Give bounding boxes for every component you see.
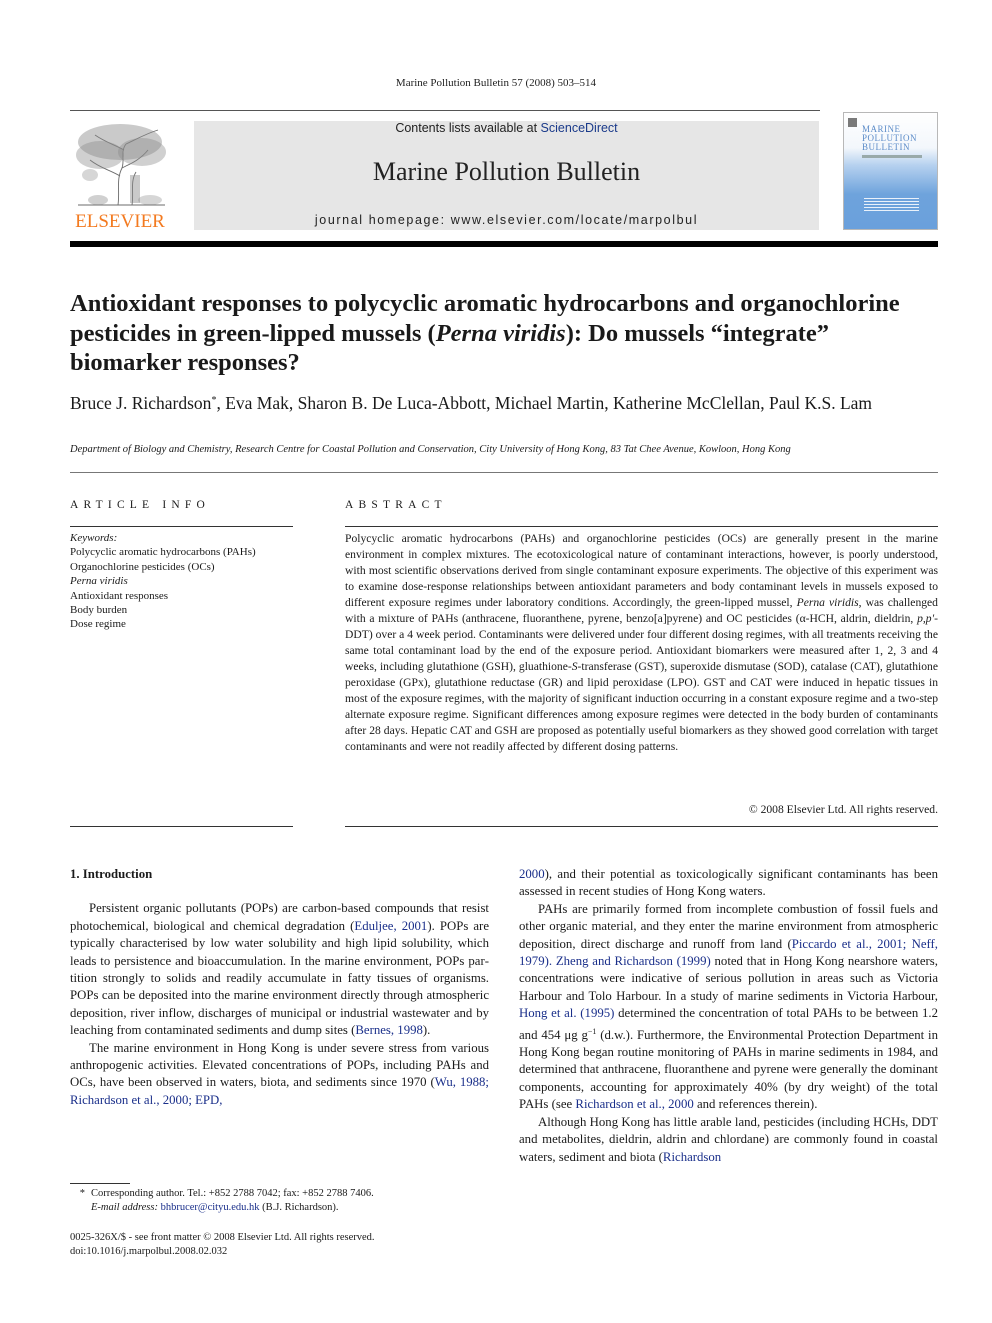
citation-link[interactable]: Bernes, 1998 <box>355 1023 423 1037</box>
paragraph: Although Hong Kong has little arable lan… <box>519 1114 938 1164</box>
paragraph: 2000), and their potential as toxicologi… <box>519 867 938 899</box>
elsevier-logo[interactable]: ELSEVIER <box>70 120 170 232</box>
affiliation: Department of Biology and Chemistry, Res… <box>70 444 791 455</box>
author-list: Bruce J. Richardson*, Eva Mak, Sharon B.… <box>70 390 930 414</box>
keywords-block: Keywords: Polycyclic aromatic hydrocarbo… <box>70 531 300 632</box>
citation-link[interactable]: 2000 <box>519 867 545 881</box>
article-title: Antioxidant responses to polycyclic arom… <box>70 290 900 376</box>
journal-banner: Contents lists available at ScienceDirec… <box>194 121 819 230</box>
footnote-rule <box>70 1183 130 1184</box>
article-info-heading: ARTICLE INFO <box>70 499 210 511</box>
author-first[interactable]: Bruce J. Richardson <box>70 393 211 413</box>
issn-doi-block: 0025-326X/$ - see front matter © 2008 El… <box>70 1231 510 1259</box>
corresponding-author-footnote: * Corresponding author. Tel.: +852 2788 7… <box>70 1187 510 1215</box>
body-column-right: 2000), and their potential as toxicologi… <box>519 866 938 1166</box>
keyword-item: Body burden <box>70 604 128 617</box>
article-info-bottom-rule <box>70 826 293 827</box>
paragraph: PAHs are primarily formed from incomplet… <box>519 901 938 1112</box>
citation-link[interactable]: Richardson <box>663 1150 721 1164</box>
cover-water-reflection <box>864 198 919 212</box>
keywords-heading: Keywords: <box>70 532 118 544</box>
article-info-rule <box>70 526 293 527</box>
cover-publisher-icon <box>848 118 857 127</box>
journal-homepage[interactable]: journal homepage: www.elsevier.com/locat… <box>194 213 819 227</box>
keyword-item: Perna viridis <box>70 575 128 588</box>
cover-subtitle-bar <box>862 155 922 158</box>
journal-name: Marine Pollution Bulletin <box>372 157 641 186</box>
issn-line: 0025-326X/$ - see front matter © 2008 El… <box>70 1232 375 1243</box>
abstract-text: Polycyclic aromatic hydrocarbons (PAHs) … <box>345 532 938 753</box>
masthead-divider <box>70 241 938 247</box>
contents-prefix: Contents lists available at <box>395 121 541 135</box>
citation-link[interactable]: Eduljee, 2001 <box>354 919 427 933</box>
abstract-bottom-rule <box>345 826 938 827</box>
doi-line[interactable]: doi:10.1016/j.marpolbul.2008.02.032 <box>70 1245 510 1259</box>
body-column-left: 1. Introduction Persistent organic pollu… <box>70 866 489 1109</box>
journal-cover-thumbnail[interactable]: MARINE POLLUTION BULLETIN <box>843 112 938 230</box>
sciencedirect-link[interactable]: ScienceDirect <box>541 121 618 135</box>
running-head: Marine Pollution Bulletin 57 (2008) 503–… <box>395 77 597 89</box>
contents-line: Contents lists available at ScienceDirec… <box>194 121 819 135</box>
cover-title: MARINE POLLUTION BULLETIN <box>862 124 917 152</box>
keyword-item: Polycyclic aromatic hydrocarbons (PAHs) <box>70 546 256 559</box>
species-name: Perna viridis <box>435 319 566 347</box>
email-link[interactable]: bhbrucer@cityu.edu.hk <box>161 1202 260 1213</box>
paragraph: Persistent organic pollutants (POPs) are… <box>70 901 490 1038</box>
abstract-copyright: © 2008 Elsevier Ltd. All rights reserved… <box>748 803 938 816</box>
abstract-rule <box>345 526 938 527</box>
keyword-item: Antioxidant responses <box>70 589 169 602</box>
citation-link[interactable]: Richardson et al., 2000 <box>575 1097 693 1111</box>
citation-link[interactable]: Hong et al. (1995) <box>519 1006 614 1020</box>
elsevier-wordmark: ELSEVIER <box>75 211 165 232</box>
header-rule <box>70 110 820 111</box>
footnote-star: * <box>79 1188 85 1199</box>
tree-logo-icon <box>76 124 166 206</box>
abstract-heading: ABSTRACT <box>345 499 447 511</box>
paragraph: The marine environment in Hong Kong is u… <box>70 1040 489 1107</box>
author-rest: , Eva Mak, Sharon B. De Luca-Abbott, Mic… <box>216 393 873 413</box>
section-heading: 1. Introduction <box>70 867 153 881</box>
keyword-item: Dose regime <box>70 618 126 631</box>
title-divider <box>70 472 938 473</box>
keyword-item: Organochlorine pesticides (OCs) <box>70 560 215 573</box>
